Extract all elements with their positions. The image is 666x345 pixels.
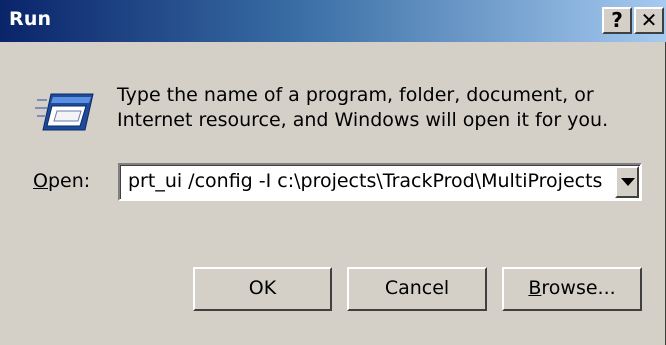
open-input[interactable]: prt_ui /config -I c:\projects\TrackProd\… bbox=[128, 170, 602, 192]
browse-label-rest: rowse... bbox=[541, 277, 616, 299]
run-dialog: Run ? ✕ Type the name of a program, fold… bbox=[0, 0, 666, 345]
window-title: Run bbox=[9, 8, 52, 30]
ok-button[interactable]: OK bbox=[193, 267, 332, 311]
open-label-rest: pen: bbox=[47, 170, 91, 192]
chevron-down-icon bbox=[621, 178, 635, 186]
cancel-button[interactable]: Cancel bbox=[347, 267, 487, 311]
browse-button[interactable]: Browse... bbox=[502, 267, 642, 311]
title-bar[interactable]: Run ? ✕ bbox=[0, 0, 666, 42]
open-combobox[interactable]: prt_ui /config -I c:\projects\TrackProd\… bbox=[118, 163, 642, 201]
run-program-icon bbox=[35, 86, 95, 140]
dropdown-button[interactable] bbox=[615, 166, 639, 198]
browse-accel: B bbox=[528, 277, 542, 299]
open-label: Open: bbox=[33, 170, 90, 192]
open-label-accel: O bbox=[33, 170, 48, 192]
close-button[interactable]: ✕ bbox=[634, 7, 664, 34]
description-line-1: Type the name of a program, folder, docu… bbox=[117, 84, 594, 106]
description-line-2: Internet resource, and Windows will open… bbox=[117, 109, 609, 131]
help-button[interactable]: ? bbox=[602, 7, 632, 34]
description-text: Type the name of a program, folder, docu… bbox=[117, 83, 617, 133]
